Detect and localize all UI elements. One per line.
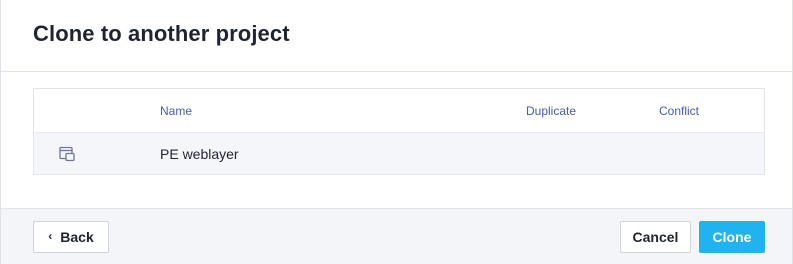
project-window-icon	[58, 145, 76, 163]
row-icon-cell	[34, 145, 160, 163]
column-header-name: Name	[160, 103, 193, 118]
dialog-footer: ‹ Back Cancel Clone	[1, 208, 792, 264]
dialog-body: Name Duplicate Conflict PE weblayer	[1, 72, 792, 208]
row-name: PE weblayer	[160, 145, 239, 162]
column-header-duplicate: Duplicate	[526, 103, 577, 118]
table-row[interactable]: PE weblayer	[34, 133, 764, 174]
dialog-title: Clone to another project	[33, 20, 290, 46]
clone-dialog: Clone to another project Name Duplicate …	[0, 0, 793, 264]
clone-button[interactable]: Clone	[699, 221, 765, 253]
dialog-header: Clone to another project	[1, 0, 792, 72]
chevron-left-icon: ‹	[48, 229, 53, 243]
column-header-conflict: Conflict	[659, 103, 700, 118]
back-button[interactable]: ‹ Back	[33, 221, 109, 253]
items-table: Name Duplicate Conflict PE weblayer	[33, 88, 765, 175]
table-header-row: Name Duplicate Conflict	[34, 89, 764, 133]
back-button-label: Back	[60, 229, 94, 245]
cancel-button[interactable]: Cancel	[620, 221, 691, 253]
